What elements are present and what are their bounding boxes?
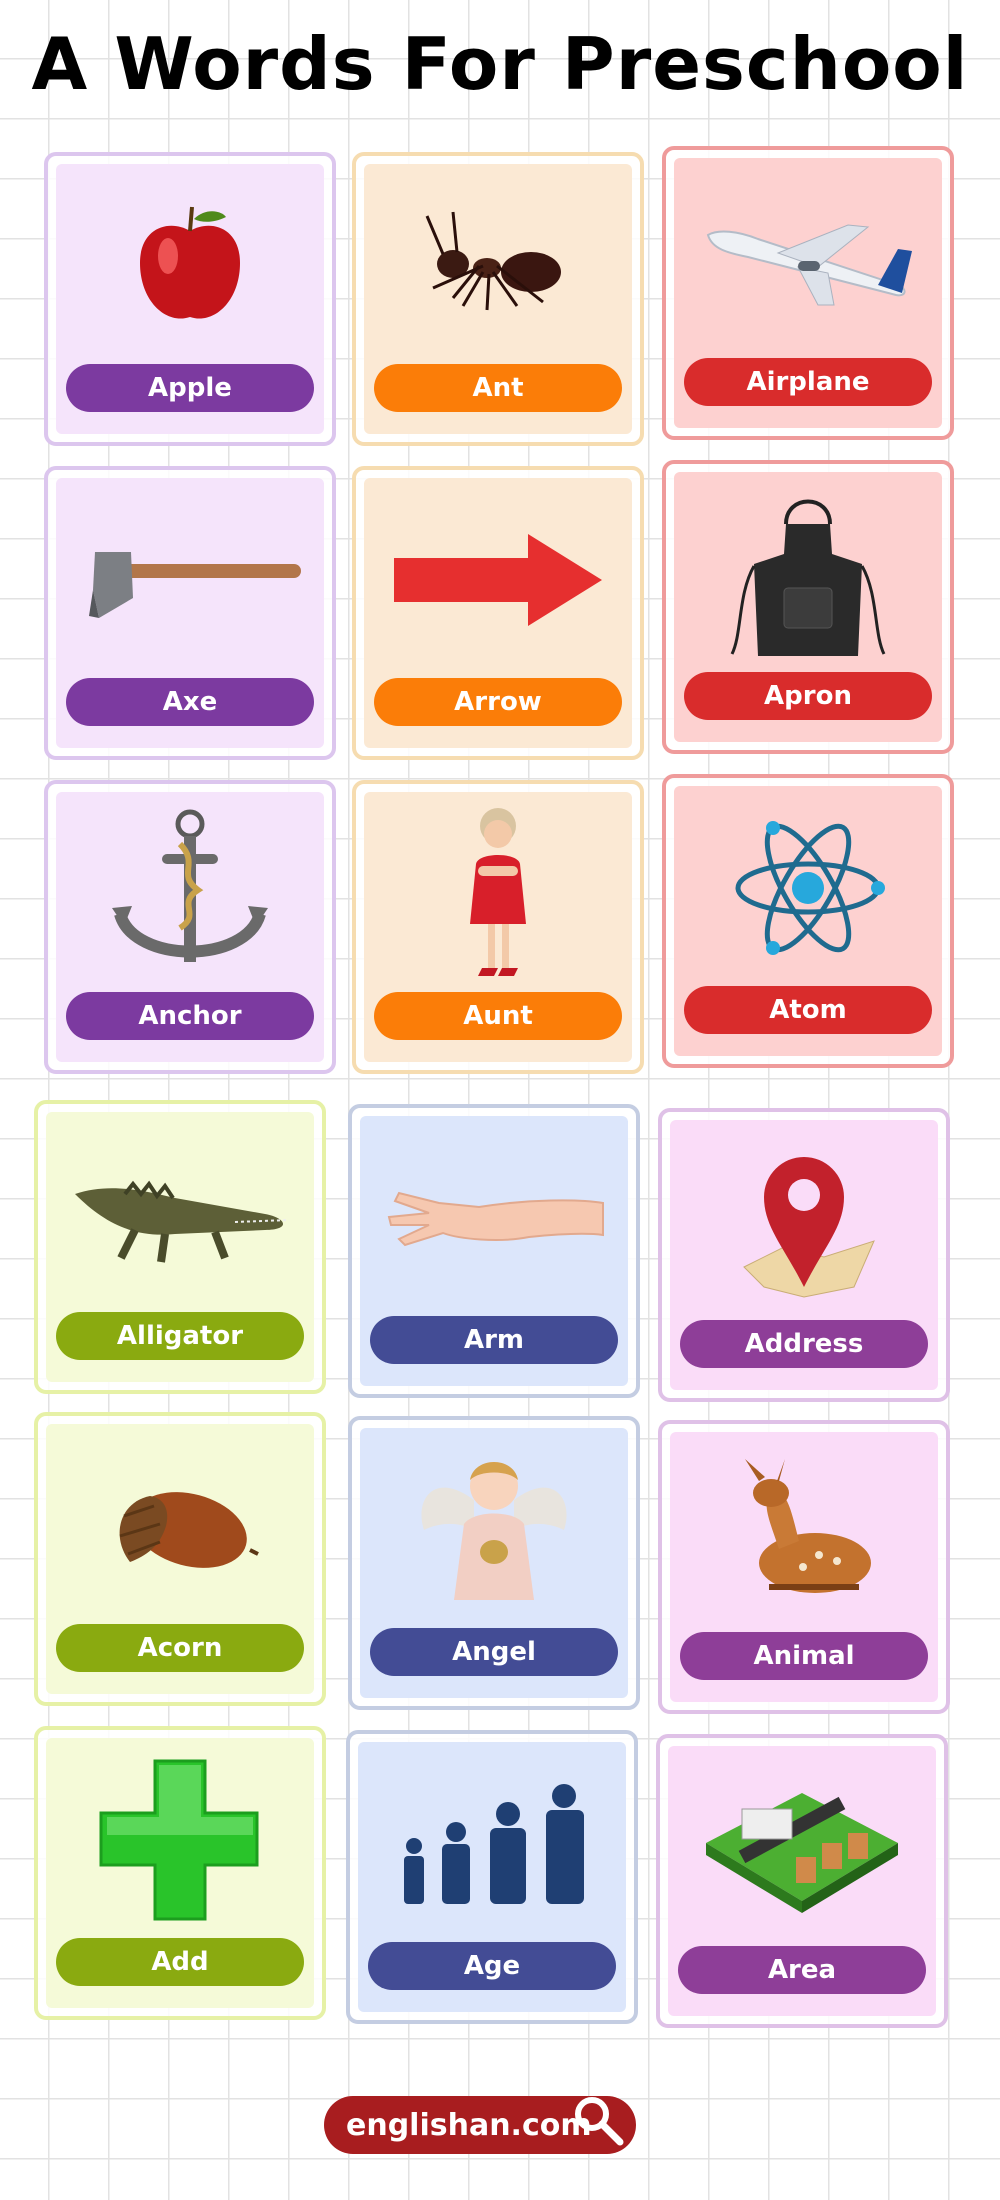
card-inner: Ant [364, 164, 632, 434]
card-label-arm: Arm [370, 1316, 618, 1364]
card-airplane: Airplane [662, 146, 954, 440]
card-label-airplane: Airplane [684, 358, 932, 406]
card-inner: Apple [56, 164, 324, 434]
card-ant: Ant [352, 152, 644, 446]
card-add: Add [34, 1726, 326, 2020]
card-atom: Atom [662, 774, 954, 1068]
ant-icon [364, 176, 632, 356]
arm-icon [360, 1128, 628, 1308]
aunt-icon [364, 804, 632, 984]
airplane-icon [674, 170, 942, 350]
card-angel: Angel [348, 1416, 640, 1710]
card-label-animal: Animal [680, 1632, 928, 1680]
card-label-anchor: Anchor [66, 992, 314, 1040]
card-label-atom: Atom [684, 986, 932, 1034]
card-inner: Axe [56, 478, 324, 748]
card-inner: Aunt [364, 792, 632, 1062]
card-animal: Animal [658, 1420, 950, 1714]
alligator-icon [46, 1124, 314, 1304]
card-label-alligator: Alligator [56, 1312, 304, 1360]
people-ages-icon [358, 1754, 626, 1934]
card-inner: Alligator [46, 1112, 314, 1382]
search-icon [575, 2097, 624, 2146]
site-badge[interactable]: englishan.com [324, 2096, 636, 2154]
city-area-icon [668, 1758, 936, 1938]
arrow-icon [364, 490, 632, 670]
card-inner: Age [358, 1742, 626, 2012]
anchor-icon [56, 804, 324, 984]
card-inner: Atom [674, 786, 942, 1056]
acorn-icon [46, 1436, 314, 1616]
card-label-apple: Apple [66, 364, 314, 412]
card-inner: Arrow [364, 478, 632, 748]
card-inner: Airplane [674, 158, 942, 428]
card-area: Area [656, 1734, 948, 2028]
apple-icon [56, 176, 324, 356]
card-label-acorn: Acorn [56, 1624, 304, 1672]
card-label-apron: Apron [684, 672, 932, 720]
card-anchor: Anchor [44, 780, 336, 1074]
card-alligator: Alligator [34, 1100, 326, 1394]
card-label-aunt: Aunt [374, 992, 622, 1040]
card-arm: Arm [348, 1104, 640, 1398]
location-pin-icon [670, 1132, 938, 1312]
deer-icon [670, 1444, 938, 1624]
card-inner: Apron [674, 472, 942, 742]
card-inner: Arm [360, 1116, 628, 1386]
site-name[interactable]: englishan.com [346, 2108, 592, 2143]
card-label-area: Area [678, 1946, 926, 1994]
page-title: A Words For Preschool [31, 22, 969, 106]
card-inner: Add [46, 1738, 314, 2008]
card-axe: Axe [44, 466, 336, 760]
plus-icon [46, 1750, 314, 1930]
card-inner: Area [668, 1746, 936, 2016]
card-inner: Animal [670, 1432, 938, 1702]
angel-icon [360, 1440, 628, 1620]
axe-icon [56, 490, 324, 670]
card-inner: Acorn [46, 1424, 314, 1694]
card-label-address: Address [680, 1320, 928, 1368]
card-label-add: Add [56, 1938, 304, 1986]
card-label-arrow: Arrow [374, 678, 622, 726]
card-address: Address [658, 1108, 950, 1402]
card-label-age: Age [368, 1942, 616, 1990]
card-acorn: Acorn [34, 1412, 326, 1706]
card-inner: Address [670, 1120, 938, 1390]
card-arrow: Arrow [352, 466, 644, 760]
card-inner: Anchor [56, 792, 324, 1062]
card-apple: Apple [44, 152, 336, 446]
card-label-ant: Ant [374, 364, 622, 412]
apron-icon [674, 484, 942, 664]
card-apron: Apron [662, 460, 954, 754]
card-inner: Angel [360, 1428, 628, 1698]
card-label-axe: Axe [66, 678, 314, 726]
atom-icon [674, 798, 942, 978]
card-aunt: Aunt [352, 780, 644, 1074]
card-age: Age [346, 1730, 638, 2024]
card-label-angel: Angel [370, 1628, 618, 1676]
